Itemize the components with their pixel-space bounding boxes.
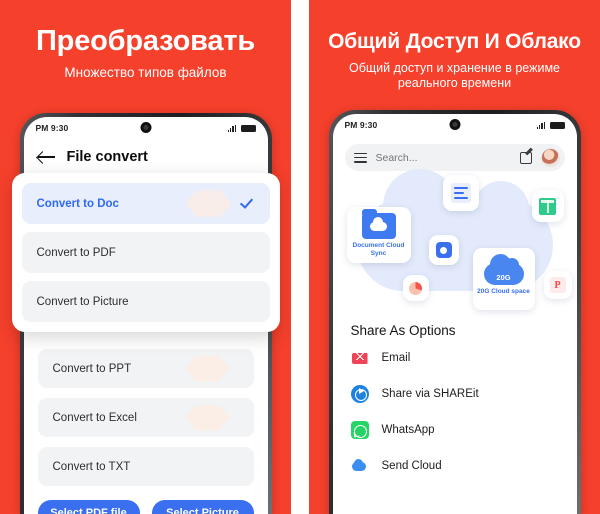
tile-label: 20G Cloud space [477, 287, 530, 295]
powerpoint-icon: P [549, 277, 566, 293]
pie-chart-icon [409, 281, 422, 295]
select-pdf-file-button[interactable]: Select PDF file [37, 500, 140, 514]
front-camera-punch-hole-icon [140, 122, 151, 133]
dropdown-item-label: Convert to Doc [36, 197, 119, 210]
whatsapp-icon [350, 421, 369, 439]
left-promo-title: Преобразовать [36, 25, 255, 57]
search-input[interactable] [375, 151, 511, 164]
cloud-capacity-badge: 20G [496, 272, 511, 282]
status-indicators [227, 124, 256, 132]
status-time: PM 9:30 [35, 123, 69, 133]
tile-label: Document Cloud Sync [352, 241, 405, 257]
status-indicators [536, 121, 565, 129]
convert-type-dropdown: Convert to Doc Convert to PDF Convert to… [11, 173, 280, 332]
checkmark-icon [242, 197, 255, 210]
cta-button-row: Select PDF file Select Picture [24, 496, 268, 514]
dropdown-item-convert-to-pdf[interactable]: Convert to PDF [21, 232, 270, 273]
shareit-icon [350, 385, 369, 403]
share-option-email[interactable]: Email [333, 340, 577, 376]
list-item-label: Convert to Excel [52, 411, 137, 424]
battery-icon [549, 121, 565, 129]
right-status-bar: PM 9:30 [333, 114, 577, 136]
dropdown-item-label: Convert to PDF [36, 246, 116, 259]
share-options-heading: Share As Options [350, 323, 456, 338]
list-item-label: Convert to TXT [52, 460, 131, 473]
select-picture-button[interactable]: Select Picture [151, 500, 254, 514]
dropdown-item-convert-to-picture[interactable]: Convert to Picture [21, 281, 270, 322]
share-option-label: Share via SHAREit [381, 388, 479, 400]
left-promo-subtitle: Множество типов файлов [64, 65, 227, 81]
right-promo-title: Общий Доступ И Облако [328, 30, 581, 53]
share-option-label: WhatsApp [381, 424, 435, 436]
decorative-shape [185, 404, 230, 431]
right-phone-screen: PM 9:30 Search... Document Cloud Sync 20… [332, 114, 577, 514]
blue-document-icon [450, 183, 471, 203]
decorative-shape [185, 190, 232, 217]
left-promo-panel: Преобразовать Множество типов файлов PM … [0, 0, 291, 514]
front-camera-punch-hole-icon [449, 119, 460, 130]
blue-badge-icon [435, 242, 452, 258]
share-option-shareit[interactable]: Share via SHAREit [333, 376, 577, 412]
compose-edit-icon[interactable] [519, 151, 532, 164]
list-item-label: Convert to PPT [52, 362, 132, 375]
user-avatar[interactable] [540, 148, 560, 167]
right-promo-panel: Общий Доступ И Облако Общий доступ и хра… [309, 0, 600, 514]
sync-dot-tile[interactable] [428, 235, 459, 265]
right-promo-subtitle: Общий доступ и хранение в режиме реально… [349, 61, 560, 91]
decorative-shape [185, 355, 230, 382]
dropdown-item-label: Convert to Picture [36, 295, 129, 308]
list-item-txt[interactable]: Convert to TXT [37, 447, 254, 486]
cloud-20g-icon: 20G [483, 253, 524, 285]
powerpoint-tile[interactable]: P [543, 271, 572, 299]
right-phone-device: PM 9:30 Search... Document Cloud Sync 20… [328, 110, 581, 514]
battery-icon [240, 124, 256, 132]
panel-divider [291, 0, 309, 514]
page-title: File convert [66, 149, 148, 165]
status-time: PM 9:30 [344, 120, 378, 130]
left-status-bar: PM 9:30 [24, 117, 268, 139]
green-spreadsheet-icon [539, 197, 556, 215]
cloud-illustration: Document Cloud Sync 20G 20G Cloud space [333, 169, 577, 317]
pie-chart-tile[interactable] [402, 275, 429, 301]
promo-screenshot: Преобразовать Множество типов файлов PM … [0, 0, 600, 514]
left-app-bar: File convert [24, 139, 268, 177]
email-icon [350, 349, 369, 367]
send-cloud-icon [351, 457, 369, 475]
folder-cloud-icon [361, 208, 396, 239]
search-bar [344, 144, 565, 171]
back-arrow-icon[interactable] [37, 150, 55, 164]
signal-bars-icon [536, 121, 546, 129]
spreadsheet-tile[interactable] [531, 190, 564, 222]
signal-bars-icon [227, 124, 237, 132]
document-tile[interactable] [442, 175, 479, 211]
share-option-whatsapp[interactable]: WhatsApp [333, 412, 577, 448]
document-cloud-sync-tile[interactable]: Document Cloud Sync [346, 207, 411, 263]
share-option-label: Email [381, 352, 411, 364]
share-option-label: Send Cloud [381, 460, 442, 472]
cloud-space-tile[interactable]: 20G 20G Cloud space [472, 248, 535, 310]
dropdown-item-convert-to-doc[interactable]: Convert to Doc [21, 183, 270, 224]
list-item-ppt[interactable]: Convert to PPT [37, 349, 254, 388]
list-item-excel[interactable]: Convert to Excel [37, 398, 254, 437]
hamburger-menu-icon[interactable] [353, 152, 367, 163]
share-option-send-cloud[interactable]: Send Cloud [333, 448, 577, 484]
